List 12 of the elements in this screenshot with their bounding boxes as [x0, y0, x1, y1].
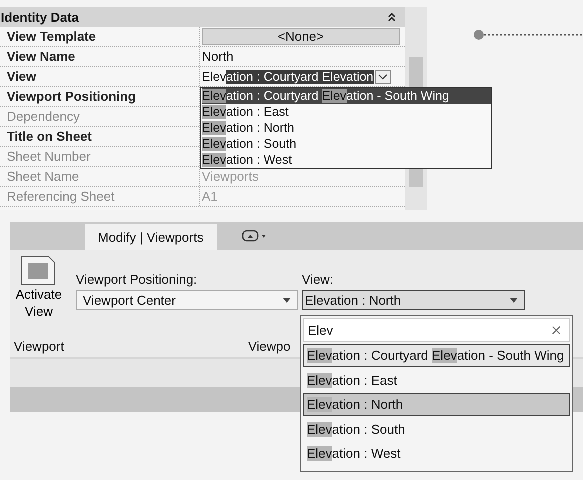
property-label: View Name: [0, 47, 200, 66]
property-label: View Template: [0, 27, 200, 46]
field-label: View:: [302, 272, 335, 287]
panel-label: Viewport: [14, 339, 64, 354]
property-label: Referencing Sheet: [0, 187, 200, 206]
property-value: A1: [202, 189, 218, 204]
group-title: Identity Data: [1, 10, 80, 24]
property-label: View: [0, 67, 200, 86]
property-value: North: [202, 49, 234, 64]
property-value: Viewports: [202, 169, 259, 184]
field-label: Viewport Positioning:: [76, 272, 198, 287]
panel-label: Viewpo: [248, 339, 291, 354]
